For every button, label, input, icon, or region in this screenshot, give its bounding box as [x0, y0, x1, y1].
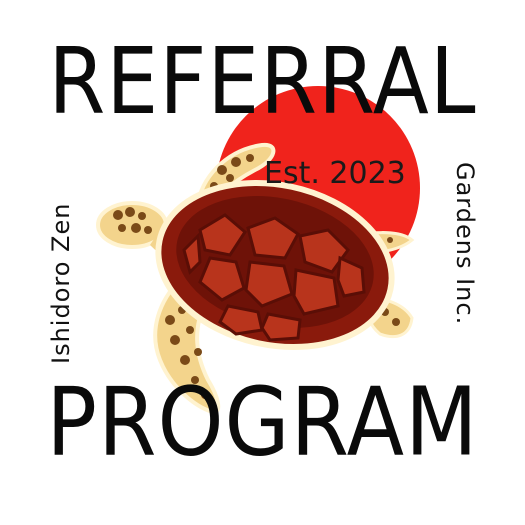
company-name-right: Gardens Inc.	[451, 162, 479, 326]
referral-poster: REFERRAL Est. 2023 Ishidoro Zen Gardens …	[0, 0, 525, 525]
poster-title-top: REFERRAL	[48, 29, 477, 136]
company-name-left: Ishidoro Zen	[47, 202, 75, 364]
poster-title-bottom: PROGRAM	[46, 367, 479, 477]
established-year: Est. 2023	[264, 156, 406, 191]
